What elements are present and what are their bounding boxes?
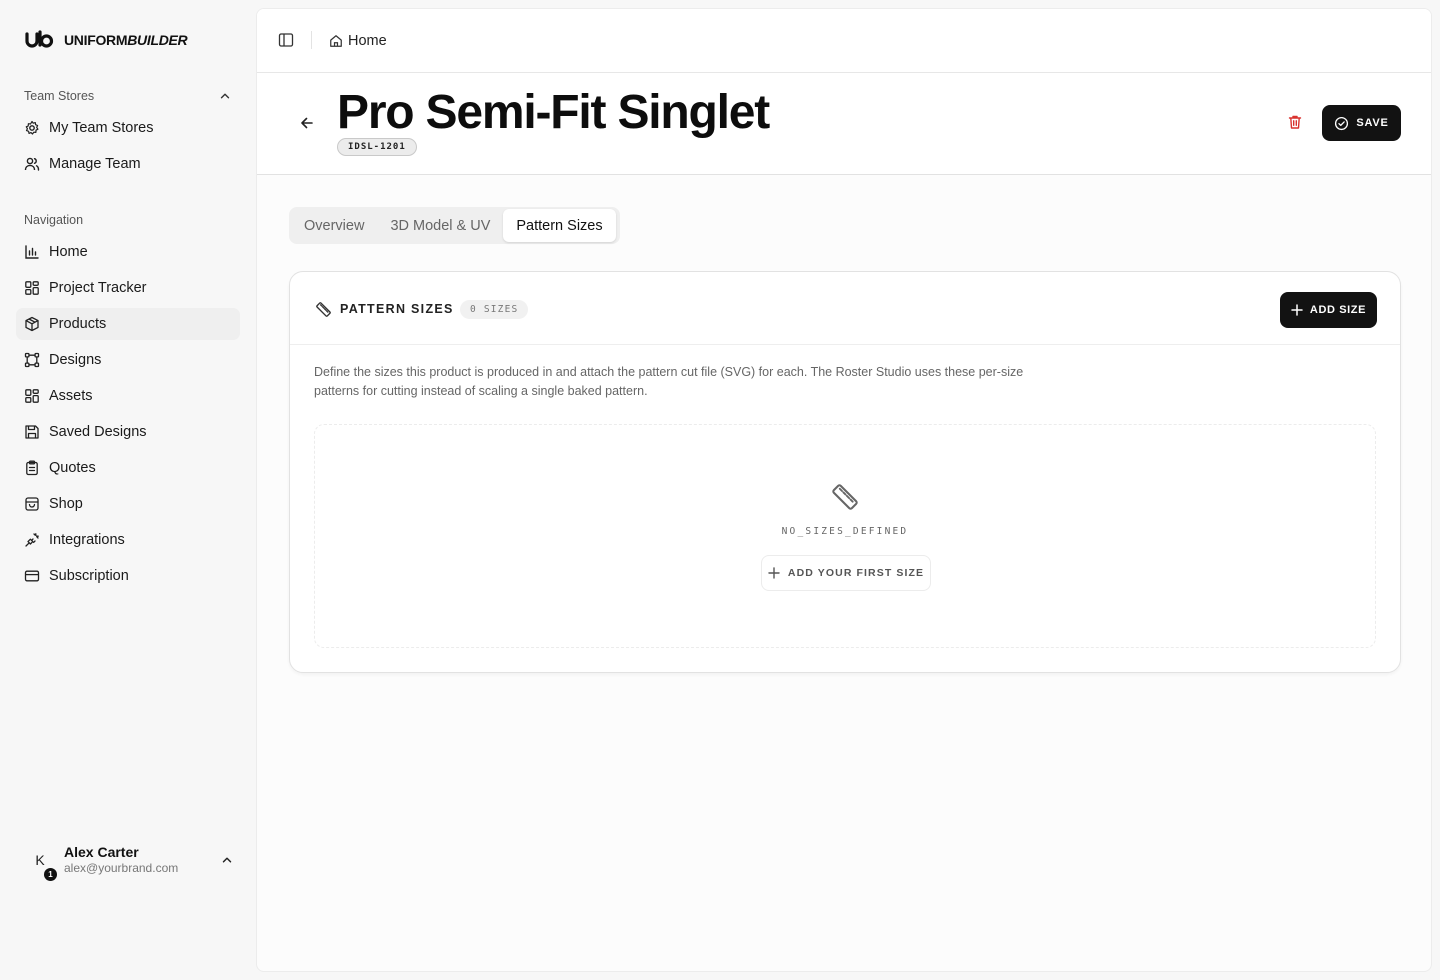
ruler-icon [316, 302, 331, 317]
grid-icon [25, 389, 39, 403]
pattern-sizes-card: PATTERN SIZES 0 SIZES ADD SIZE Define th… [289, 271, 1401, 673]
card-title: PATTERN SIZES [340, 302, 454, 316]
ruler-icon [832, 484, 858, 510]
sidebar-item-label: Home [49, 244, 88, 260]
sidebar-item-label: Subscription [49, 568, 129, 584]
sidebar-item-my-team-stores[interactable]: My Team Stores [16, 112, 240, 144]
card-header: PATTERN SIZES 0 SIZES ADD SIZE [290, 272, 1400, 345]
brand-logo[interactable]: UNIFORMBUILDER [25, 30, 188, 50]
team-stores-heading-label: Team Stores [24, 89, 95, 103]
sidebar-item-label: Project Tracker [49, 280, 147, 296]
team-stores-heading[interactable]: Team Stores [24, 86, 232, 106]
chevron-up-icon[interactable] [218, 89, 232, 103]
save-button-label: SAVE [1356, 117, 1389, 129]
tab-3d-model-uv[interactable]: 3D Model & UV [377, 209, 503, 242]
sidebar: UNIFORMBUILDER Team Stores My Team Store… [0, 0, 256, 980]
sidebar-item-label: Assets [49, 388, 93, 404]
vector-icon [24, 352, 40, 368]
topbar-divider [311, 31, 312, 49]
breadcrumb[interactable]: Home [329, 31, 387, 51]
users-icon [24, 157, 40, 171]
breadcrumb-home[interactable]: Home [348, 33, 387, 49]
tab-pattern-sizes[interactable]: Pattern Sizes [503, 209, 616, 242]
plus-icon [768, 567, 780, 579]
sidebar-item-label: Integrations [49, 532, 125, 548]
avatar[interactable]: K 1 [24, 844, 57, 881]
navigation-heading: Navigation [24, 210, 232, 230]
home-icon [330, 35, 342, 47]
sidebar-item-label: Manage Team [49, 156, 141, 172]
user-meta: Alex Carter alex@yourbrand.com [64, 844, 178, 877]
clipboard-icon [26, 460, 38, 476]
save-button[interactable]: SAVE [1322, 105, 1401, 141]
sidebar-item-shop[interactable]: Shop [16, 488, 240, 520]
box-icon [25, 316, 39, 332]
add-size-button[interactable]: ADD SIZE [1280, 292, 1377, 328]
sizes-count-badge: 0 SIZES [460, 300, 529, 319]
tabs: Overview 3D Model & UV Pattern Sizes [289, 207, 620, 244]
logo-mark-icon [25, 30, 54, 48]
sidebar-item-integrations[interactable]: Integrations [16, 524, 240, 556]
sidebar-item-manage-team[interactable]: Manage Team [16, 148, 240, 180]
user-menu[interactable]: K 1 Alex Carter alex@yourbrand.com [24, 840, 234, 881]
page-title: Pro Semi-Fit Singlet [337, 86, 770, 139]
sidebar-item-label: Shop [49, 496, 83, 512]
add-first-size-label: ADD YOUR FIRST SIZE [787, 567, 925, 579]
trash-icon[interactable] [1287, 114, 1303, 130]
bar-chart-icon [25, 245, 39, 259]
sidebar-item-subscription[interactable]: Subscription [16, 560, 240, 592]
sidebar-toggle-icon[interactable] [278, 32, 294, 48]
empty-state-text: NO_SIZES_DEFINED [781, 526, 909, 537]
sku-badge: IDSL-1201 [337, 138, 417, 156]
brand-name: UNIFORMBUILDER [64, 32, 188, 48]
topbar: Home [257, 9, 1431, 73]
tab-overview[interactable]: Overview [291, 209, 377, 242]
sidebar-item-products[interactable]: Products [16, 308, 240, 340]
grid-icon [25, 281, 39, 295]
sidebar-item-quotes[interactable]: Quotes [16, 452, 240, 484]
plus-icon [1291, 304, 1303, 316]
sidebar-item-saved-designs[interactable]: Saved Designs [16, 416, 240, 448]
sidebar-item-project-tracker[interactable]: Project Tracker [16, 272, 240, 304]
user-email: alex@yourbrand.com [64, 861, 179, 876]
notification-badge: 1 [44, 868, 57, 881]
user-name: Alex Carter [64, 843, 139, 860]
arrow-left-icon[interactable] [299, 115, 315, 131]
product-header: Pro Semi-Fit Singlet IDSL-1201 SAVE [257, 73, 1431, 175]
add-first-size-button[interactable]: ADD YOUR FIRST SIZE [761, 555, 931, 591]
credit-card-icon [24, 570, 40, 582]
check-circle-icon [1335, 116, 1349, 130]
plug-icon [25, 533, 39, 547]
sidebar-item-label: Products [49, 316, 107, 332]
sidebar-item-label: Saved Designs [49, 424, 147, 440]
save-icon [25, 425, 39, 439]
sidebar-item-label: Quotes [49, 460, 96, 476]
chevron-up-icon[interactable] [220, 853, 234, 867]
add-size-button-label: ADD SIZE [1309, 304, 1367, 316]
empty-state: NO_SIZES_DEFINED ADD YOUR FIRST SIZE [314, 424, 1376, 648]
gear-icon [25, 120, 39, 135]
sidebar-item-home[interactable]: Home [16, 236, 240, 268]
navigation-heading-label: Navigation [24, 213, 84, 227]
store-icon [25, 497, 39, 511]
sidebar-item-label: Designs [49, 352, 102, 368]
main-panel: Home Pro Semi-Fit Singlet IDSL-1201 SAVE… [256, 8, 1432, 972]
sidebar-item-assets[interactable]: Assets [16, 380, 240, 412]
sidebar-item-designs[interactable]: Designs [16, 344, 240, 376]
sidebar-item-label: My Team Stores [49, 120, 154, 136]
avatar-initial: K [35, 852, 45, 868]
card-description: Define the sizes this product is produce… [314, 365, 1024, 398]
